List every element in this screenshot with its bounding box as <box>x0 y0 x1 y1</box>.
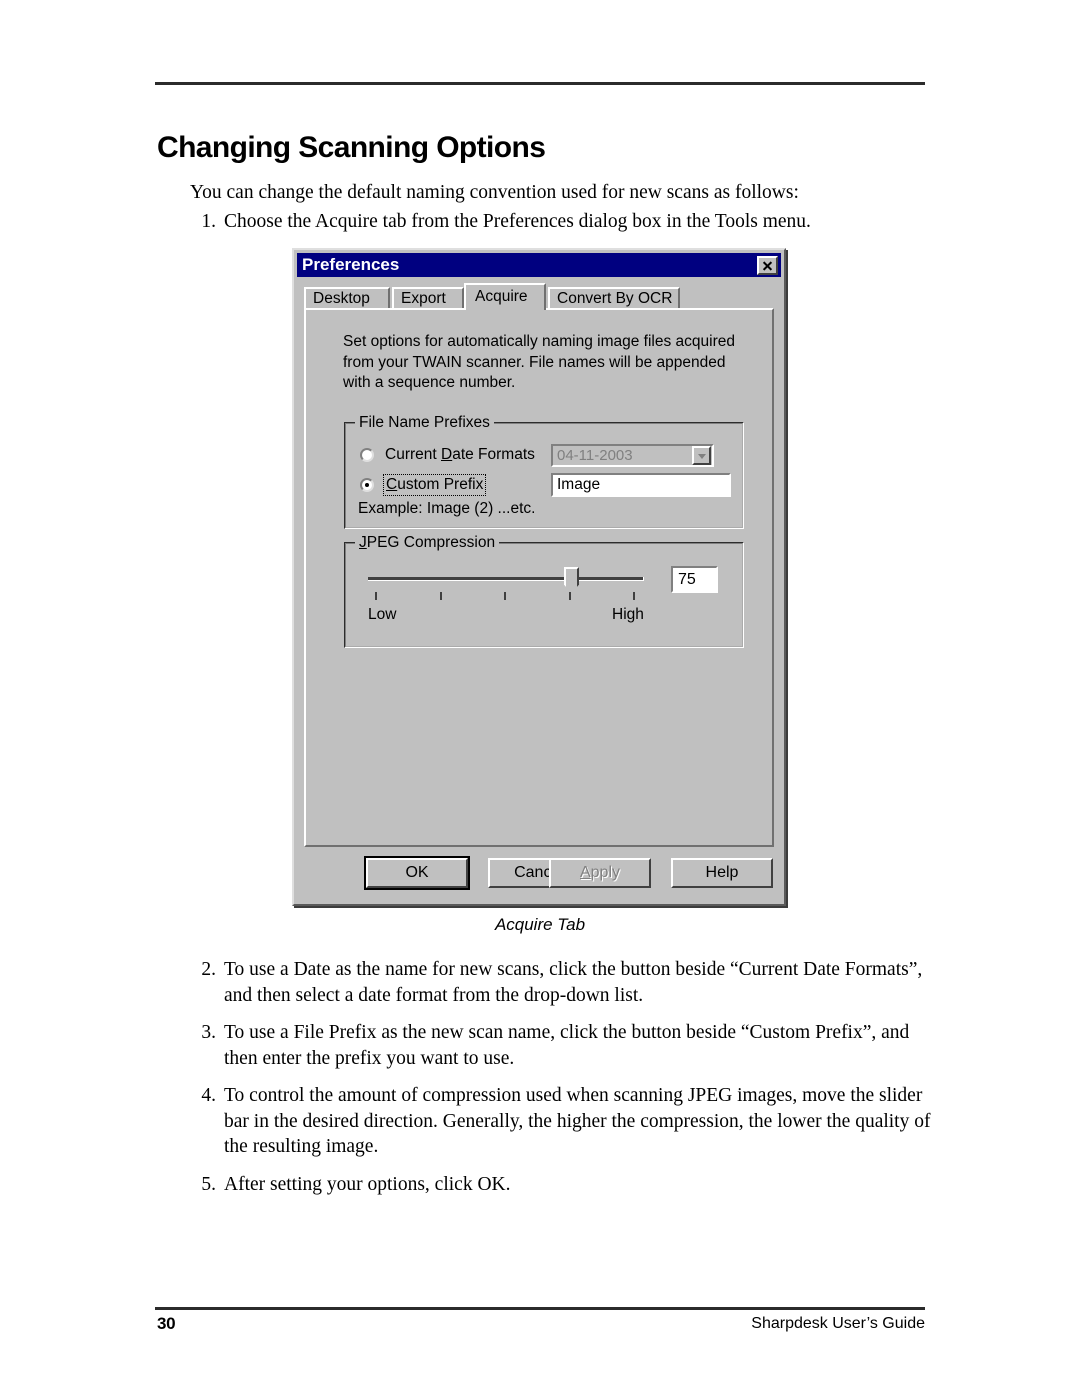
slider-tick <box>569 592 571 600</box>
slider-high-label: High <box>612 606 644 623</box>
jpeg-compression-slider[interactable] <box>368 566 644 606</box>
radio-label-custom-prefix: Custom Prefix <box>382 474 487 496</box>
tab-convert-by-ocr[interactable]: Convert By OCR <box>548 287 680 309</box>
step-text: After setting your options, click OK. <box>224 1173 511 1195</box>
ok-button[interactable]: OK <box>364 856 470 890</box>
slider-tick <box>440 592 442 600</box>
slider-thumb[interactable] <box>564 567 579 593</box>
radio-button-unchecked-icon <box>360 448 374 462</box>
radio-button-checked-icon <box>360 478 374 492</box>
jpeg-compression-label: JPEG Compression <box>355 534 500 552</box>
list-item: 3. To use a File Prefix as the new scan … <box>190 1020 934 1071</box>
slider-track[interactable] <box>368 577 644 581</box>
footer-page-number: 30 <box>157 1314 176 1333</box>
figure-caption: Acquire Tab <box>494 915 586 934</box>
list-item: 4. To control the amount of compression … <box>190 1083 934 1160</box>
chevron-down-icon[interactable] <box>692 446 711 465</box>
tab-strip: Desktop Export Acquire Convert By OCR <box>304 283 774 310</box>
step-number: 1. <box>201 211 216 232</box>
slider-tick <box>504 592 506 600</box>
document-page: Changing Scanning Options You can change… <box>0 0 1080 1397</box>
dialog-titlebar: Preferences <box>297 253 781 277</box>
dialog-title: Preferences <box>302 255 400 274</box>
close-icon[interactable] <box>757 255 778 275</box>
tab-acquire[interactable]: Acquire <box>464 283 546 310</box>
step-text: To use a Date as the name for new scans,… <box>224 959 923 1006</box>
slider-tick <box>633 592 635 600</box>
radio-current-date-formats[interactable]: Current Date Formats <box>360 446 535 464</box>
date-format-value: 04-11-2003 <box>557 447 633 464</box>
intro-paragraph: You can change the default naming conven… <box>190 182 799 203</box>
dialog-button-row: OK Cancel Apply Help <box>304 856 774 892</box>
acquire-tab-panel: Set options for automatically naming ima… <box>304 308 774 847</box>
custom-prefix-value: Image <box>557 476 601 493</box>
list-item: 5. After setting your options, click OK. <box>190 1172 934 1198</box>
step-number: 4. <box>201 1085 216 1106</box>
file-name-prefixes-group: File Name Prefixes Current Date Formats … <box>344 414 744 529</box>
step-text: Choose the Acquire tab from the Preferen… <box>224 211 811 232</box>
jpeg-compression-value-input[interactable]: 75 <box>671 566 718 593</box>
custom-prefix-input[interactable]: Image <box>551 473 731 497</box>
header-rule <box>155 82 925 85</box>
step-number: 3. <box>201 1022 216 1043</box>
tab-desktop[interactable]: Desktop <box>304 287 390 309</box>
tab-export[interactable]: Export <box>392 287 464 309</box>
date-format-dropdown[interactable]: 04-11-2003 <box>551 444 714 467</box>
list-item: 1. Choose the Acquire tab from the Prefe… <box>190 209 930 235</box>
page-title: Changing Scanning Options <box>157 131 546 164</box>
footer-guide-name: Sharpdesk User’s Guide <box>751 1315 925 1332</box>
preferences-dialog: Preferences Desktop Export Acquire Conve… <box>292 248 786 906</box>
jpeg-compression-value: 75 <box>678 570 696 588</box>
step-text: To use a File Prefix as the new scan nam… <box>224 1022 910 1069</box>
steps-list-top: 1. Choose the Acquire tab from the Prefe… <box>190 209 930 247</box>
radio-custom-prefix[interactable]: Custom Prefix <box>360 474 487 496</box>
slider-low-label: Low <box>368 606 397 623</box>
apply-button: Apply <box>549 858 651 888</box>
example-text: Example: Image (2) ...etc. <box>358 500 536 517</box>
list-item: 2. To use a Date as the name for new sca… <box>190 957 934 1008</box>
acquire-description: Set options for automatically naming ima… <box>343 333 736 391</box>
jpeg-compression-group: JPEG Compression Low High 75 <box>344 534 744 648</box>
radio-label-current-date-formats: Current Date Formats <box>385 446 535 463</box>
step-text: To control the amount of compression use… <box>224 1085 931 1157</box>
slider-tick <box>375 592 377 600</box>
slider-ticks <box>368 592 644 601</box>
footer-rule <box>155 1307 925 1310</box>
help-button[interactable]: Help <box>671 858 773 888</box>
step-number: 2. <box>201 959 216 980</box>
file-name-prefixes-label: File Name Prefixes <box>355 414 494 432</box>
steps-list-bottom: 2. To use a Date as the name for new sca… <box>190 957 934 1209</box>
step-number: 5. <box>201 1173 216 1195</box>
